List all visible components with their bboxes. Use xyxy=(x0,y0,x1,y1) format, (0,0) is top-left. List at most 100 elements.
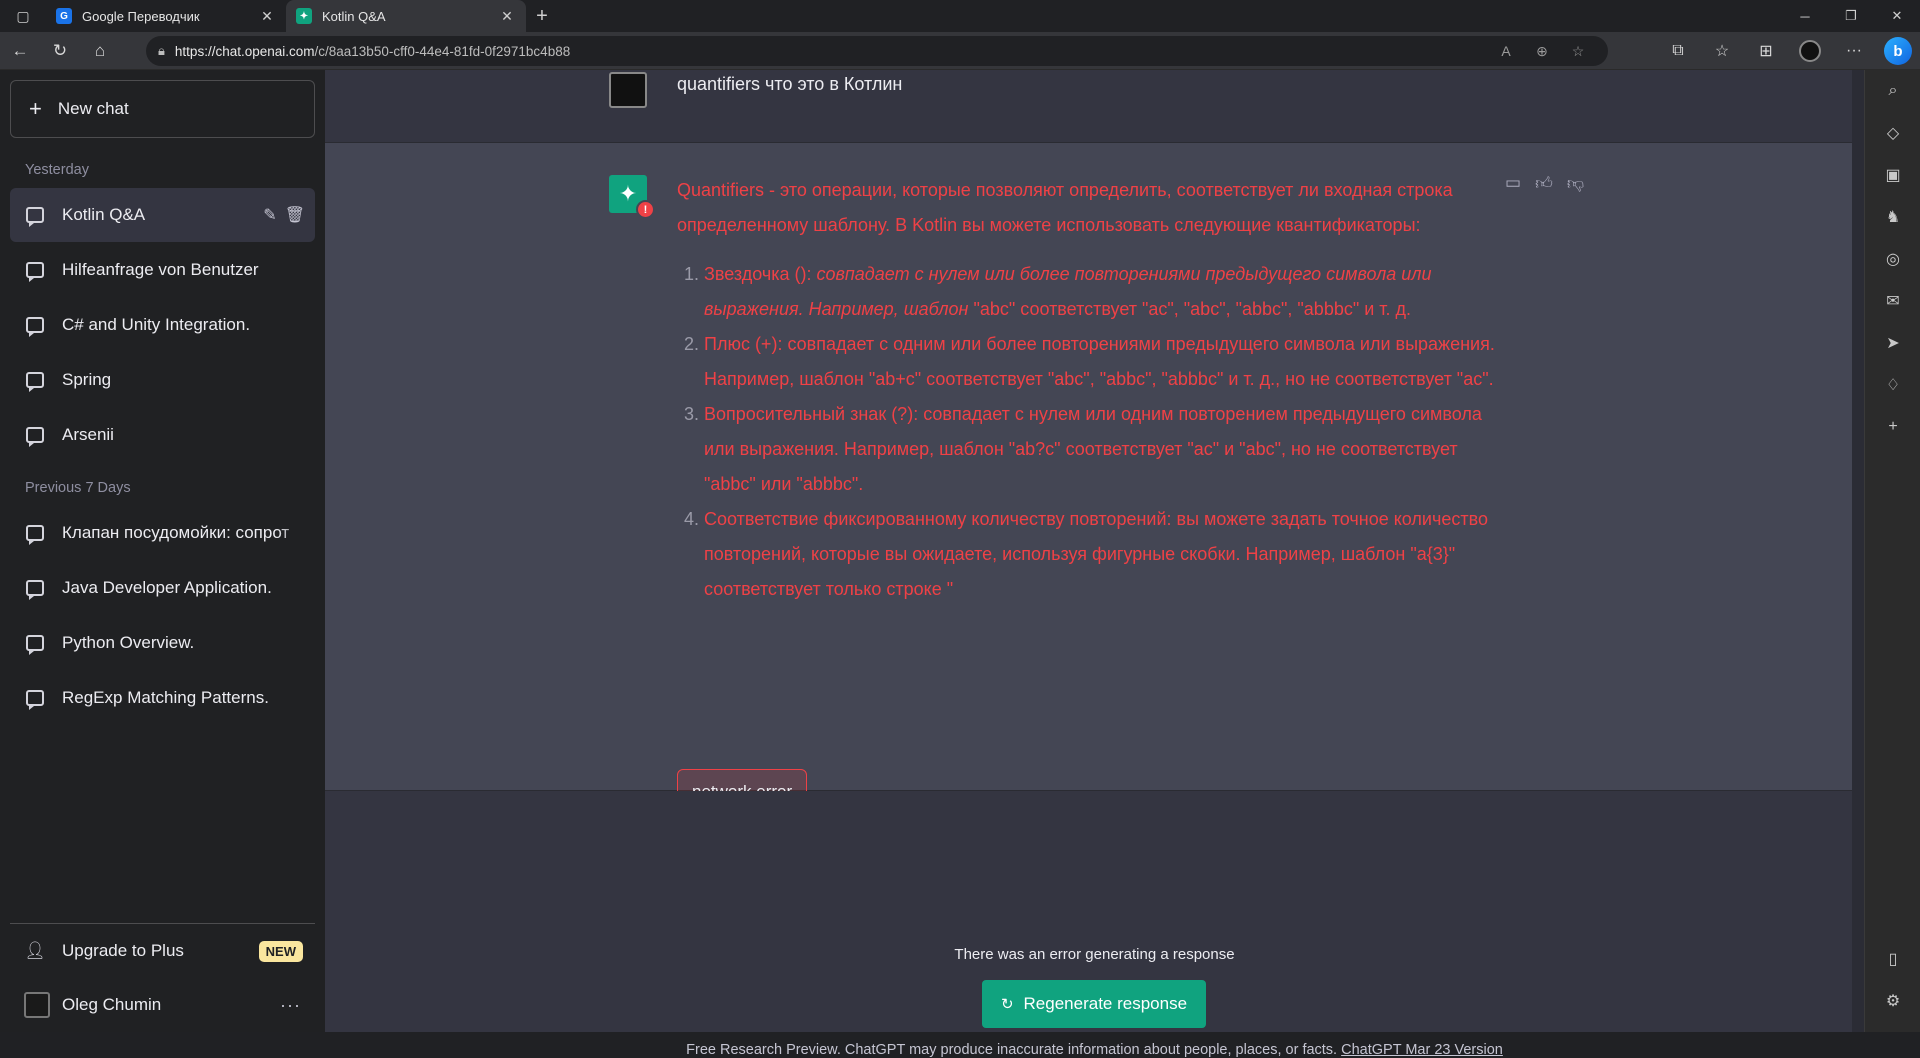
favorites-icon[interactable]: ☆ xyxy=(1700,34,1744,68)
chat-item[interactable]: C# and Unity Integration. xyxy=(10,298,315,352)
games-icon[interactable]: ♞ xyxy=(1865,196,1920,238)
thumbs-down-icon[interactable]: 👎︎ xyxy=(1567,173,1584,194)
trash-icon[interactable]: 🗑︎ xyxy=(285,205,305,225)
regenerate-button[interactable]: ↻ Regenerate response xyxy=(982,980,1206,1028)
bing-icon[interactable]: b xyxy=(1884,37,1912,65)
scrollbar[interactable] xyxy=(1852,70,1864,1032)
chat-bubble-icon xyxy=(26,690,44,710)
chat-item[interactable]: Kotlin Q&A ✎ 🗑︎ xyxy=(10,188,315,242)
search-icon[interactable]: ⌕ xyxy=(1865,70,1920,112)
favorite-add-icon[interactable]: ☆ xyxy=(1560,43,1596,60)
chat-item[interactable]: Python Overview. xyxy=(10,616,315,670)
upgrade-button[interactable]: 👤︎ Upgrade to Plus NEW xyxy=(10,924,315,978)
close-icon[interactable]: ✕ xyxy=(258,8,276,25)
avatar xyxy=(609,72,647,108)
footer-text: Free Research Preview. ChatGPT may produ… xyxy=(686,1042,1342,1058)
chat-item-label: C# and Unity Integration. xyxy=(62,315,251,334)
tools-icon[interactable]: ▣ xyxy=(1865,154,1920,196)
restore-icon[interactable]: ❐ xyxy=(1828,0,1874,32)
tab-kotlin-qa[interactable]: ✦ Kotlin Q&A ✕ xyxy=(286,0,526,32)
discover-icon[interactable]: ◎ xyxy=(1865,238,1920,280)
zoom-icon[interactable]: ⊕ xyxy=(1524,43,1560,60)
chat-bubble-icon xyxy=(26,580,44,600)
chat-sidebar: + New chat Yesterday Kotlin Q&A ✎ 🗑︎ Hilf… xyxy=(0,70,325,1032)
close-window-icon[interactable]: ✕ xyxy=(1874,0,1920,32)
send-icon[interactable]: ➤ xyxy=(1865,322,1920,364)
chat-bubble-icon xyxy=(26,525,44,545)
user-icon: 👤︎ xyxy=(24,941,46,960)
extensions-icon[interactable]: ⧉ xyxy=(1656,34,1700,68)
edge-sidebar: ⌕ ◇ ▣ ♞ ◎ ✉ ➤ ♢ + ▯ ⚙ xyxy=(1864,70,1920,1032)
tab-google-translate[interactable]: G Google Переводчик ✕ xyxy=(46,0,286,32)
user-message-text: quantifiers что это в Котлин xyxy=(677,74,903,94)
browser-window: ▢ G Google Переводчик ✕ ✦ Kotlin Q&A ✕ +… xyxy=(0,0,1920,1058)
chat-item-label: Arsenii xyxy=(62,425,114,444)
edit-icon[interactable]: ✎ xyxy=(263,205,276,225)
message-actions: ▭ 👍︎ 👎︎ xyxy=(1505,173,1584,194)
section-label-previous: Previous 7 Days xyxy=(25,480,131,496)
settings-icon[interactable]: ⚙ xyxy=(1865,980,1920,1022)
close-icon[interactable]: ✕ xyxy=(498,8,516,25)
chat-item-label: Клапан посудомойки: сопрот xyxy=(62,523,290,542)
chat-bubble-icon xyxy=(26,317,44,337)
new-badge: NEW xyxy=(258,940,303,962)
bottom-area: There was an error generating a response… xyxy=(325,791,1864,1058)
chatgpt-icon: ✦ xyxy=(296,8,312,24)
chat-item-label: Hilfeanfrage von Benutzer xyxy=(62,260,259,279)
chat-item-label: Kotlin Q&A xyxy=(62,205,146,224)
profile-avatar[interactable] xyxy=(1799,40,1821,62)
new-tab-button[interactable]: + xyxy=(526,0,558,32)
user-menu[interactable]: Oleg Chumin ··· xyxy=(10,978,315,1032)
address-bar[interactable]: 🔒︎ https://chat.openai.com/c/8aa13b50-cf… xyxy=(146,36,1608,66)
drop-icon[interactable]: ♢ xyxy=(1865,364,1920,406)
chat-bubble-icon xyxy=(26,372,44,392)
chat-bubble-icon xyxy=(26,635,44,655)
list-item: Соответствие фиксированному количеству п… xyxy=(704,502,1497,607)
chat-item[interactable]: Arsenii xyxy=(10,408,315,462)
regenerate-label: Regenerate response xyxy=(1023,994,1188,1013)
assistant-message: ✦ ! ▭ 👍︎ 👎︎ Quantifiers - это операции, … xyxy=(325,143,1864,815)
chat-item[interactable]: Hilfeanfrage von Benutzer xyxy=(10,243,315,297)
avatar xyxy=(24,992,50,1018)
more-options-icon[interactable]: ··· xyxy=(280,995,301,1016)
sidebar-toggle-icon[interactable]: ▯ xyxy=(1865,938,1920,980)
tab-actions-icon[interactable]: ▢ xyxy=(0,0,46,32)
error-icon: ! xyxy=(636,200,655,219)
thumbs-up-icon[interactable]: 👍︎ xyxy=(1535,173,1553,194)
back-icon[interactable]: ← xyxy=(0,34,40,68)
chat-item[interactable]: Java Developer Application. xyxy=(10,561,315,615)
user-message: quantifiers что это в Котлин xyxy=(325,70,1864,143)
chat-bubble-icon xyxy=(26,207,44,227)
copy-icon[interactable]: ▭ xyxy=(1505,173,1521,194)
assistant-intro: Quantifiers - это операции, которые позв… xyxy=(677,180,1453,235)
sidebar-bottom: 👤︎ Upgrade to Plus NEW Oleg Chumin ··· xyxy=(10,923,315,1032)
chat-bubble-icon xyxy=(26,262,44,282)
more-icon[interactable]: ··· xyxy=(1832,34,1876,68)
refresh-icon: ↻ xyxy=(1000,996,1014,1013)
list-item: Плюс (+): совпадает с одним или более по… xyxy=(704,327,1497,397)
home-icon[interactable]: ⌂ xyxy=(80,34,120,68)
read-aloud-icon[interactable]: A xyxy=(1488,43,1524,59)
tab-label: Google Переводчик xyxy=(82,8,200,24)
url-text[interactable]: https://chat.openai.com/c/8aa13b50-cff0-… xyxy=(175,44,1488,59)
chat-main: quantifiers что это в Котлин ✦ ! ▭ 👍︎ 👎︎… xyxy=(325,70,1864,1058)
chat-item[interactable]: Клапан посудомойки: сопрот xyxy=(10,506,315,560)
add-icon[interactable]: + xyxy=(1865,406,1920,448)
tag-icon[interactable]: ◇ xyxy=(1865,112,1920,154)
lock-icon: 🔒︎ xyxy=(158,43,165,58)
chat-item[interactable]: Spring xyxy=(10,353,315,407)
google-translate-icon: G xyxy=(56,8,72,24)
list-item: Звездочка (): совпадает с нулем или боле… xyxy=(704,257,1497,327)
new-chat-label: New chat xyxy=(57,99,129,118)
minimize-icon[interactable]: ─ xyxy=(1782,0,1828,32)
refresh-icon[interactable]: ↻ xyxy=(40,34,80,68)
new-chat-button[interactable]: + New chat xyxy=(10,80,315,138)
version-link[interactable]: ChatGPT Mar 23 Version xyxy=(1341,1042,1503,1058)
upgrade-label: Upgrade to Plus xyxy=(62,941,184,960)
footer: Free Research Preview. ChatGPT may produ… xyxy=(325,1042,1864,1058)
user-name: Oleg Chumin xyxy=(62,995,162,1014)
outlook-icon[interactable]: ✉ xyxy=(1865,280,1920,322)
collections-icon[interactable]: ⊞ xyxy=(1744,34,1788,68)
chat-item-label: Python Overview. xyxy=(62,633,195,652)
chat-item[interactable]: RegExp Matching Patterns. xyxy=(10,671,315,725)
